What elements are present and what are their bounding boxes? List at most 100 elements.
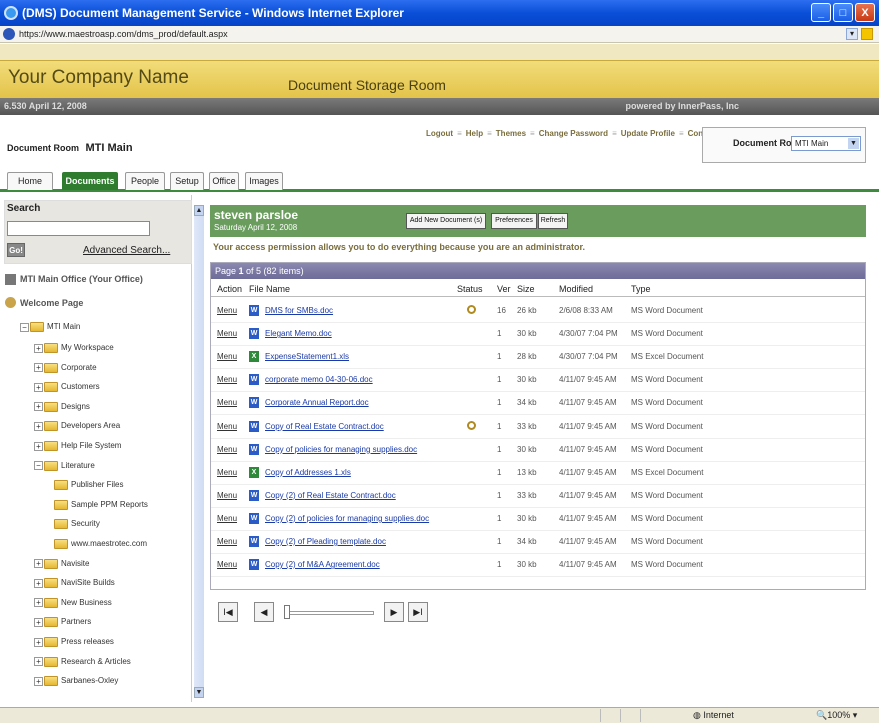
next-page-button[interactable]: ▶: [384, 602, 404, 622]
tree-node-label[interactable]: Help File System: [61, 441, 121, 450]
tree-node-label[interactable]: www.maestrotec.com: [71, 539, 147, 548]
search-icon[interactable]: [467, 420, 476, 430]
column-header-modified[interactable]: Modified: [559, 284, 593, 294]
file-name-link[interactable]: Copy of Addresses 1.xls: [265, 468, 351, 477]
row-menu-link[interactable]: Menu: [217, 422, 237, 431]
minimize-button[interactable]: _: [811, 3, 831, 22]
scroll-down-icon[interactable]: ▼: [194, 687, 204, 698]
tree-node-label[interactable]: Literature: [61, 461, 95, 470]
tab-home[interactable]: Home: [7, 172, 53, 190]
tree-node[interactable]: Sample PPM Reports: [54, 499, 148, 510]
file-name-link[interactable]: Copy (2) of M&A Agreement.doc: [265, 560, 380, 569]
table-row[interactable]: Menu W Copy (2) of Real Estate Contract.do…: [211, 486, 865, 508]
row-menu-link[interactable]: Menu: [217, 329, 237, 338]
tab-images[interactable]: Images: [245, 172, 283, 190]
row-menu-link[interactable]: Menu: [217, 398, 237, 407]
row-menu-link[interactable]: Menu: [217, 514, 237, 523]
row-menu-link[interactable]: Menu: [217, 537, 237, 546]
header-link-help[interactable]: Help: [466, 129, 483, 138]
expand-icon[interactable]: +: [34, 559, 43, 569]
tree-welcome[interactable]: Welcome Page: [20, 298, 83, 308]
row-menu-link[interactable]: Menu: [217, 491, 237, 500]
row-menu-link[interactable]: Menu: [217, 306, 237, 315]
header-link-logout[interactable]: Logout: [426, 129, 453, 138]
file-name-link[interactable]: corporate memo 04-30-06.doc: [265, 375, 373, 384]
column-header-size[interactable]: Size: [517, 284, 535, 294]
file-name-link[interactable]: Copy (2) of Pleading template.doc: [265, 537, 386, 546]
column-header-action[interactable]: Action: [217, 284, 242, 294]
table-row[interactable]: Menu X ExpenseStatement1.xls 1 28 kb 4/30/07 …: [211, 347, 865, 370]
tree-node-label[interactable]: Developers Area: [61, 422, 120, 431]
tree-node-label[interactable]: Research & Articles: [61, 657, 131, 666]
expand-icon[interactable]: +: [34, 343, 43, 353]
room-select[interactable]: MTI Main ▼: [791, 136, 861, 151]
table-row[interactable]: Menu W DMS for SMBs.doc 16 26 kb 2/6/08 8:33 …: [211, 301, 865, 323]
maximize-button[interactable]: □: [833, 3, 853, 22]
tab-people[interactable]: People: [125, 172, 165, 190]
table-row[interactable]: Menu W Copy (2) of Pleading template.doc 1 3…: [211, 532, 865, 554]
collapse-icon[interactable]: −: [34, 461, 43, 471]
tree-root[interactable]: − MTI Main: [20, 322, 80, 332]
expand-icon[interactable]: +: [34, 382, 43, 392]
tab-setup[interactable]: Setup: [170, 172, 204, 190]
table-row[interactable]: Menu W Copy of Real Estate Contract.doc 1 33…: [211, 417, 865, 439]
first-page-button[interactable]: I◀: [218, 602, 238, 622]
tab-documents[interactable]: Documents: [62, 172, 118, 190]
sidebar-scrollbar[interactable]: ▲ ▼: [194, 205, 204, 698]
header-link-themes[interactable]: Themes: [496, 129, 526, 138]
add-document-button[interactable]: Add New Document (s): [406, 213, 486, 229]
expand-icon[interactable]: +: [34, 637, 43, 647]
table-row[interactable]: Menu W Copy (2) of policies for managing s…: [211, 509, 865, 531]
column-header-status[interactable]: Status: [457, 284, 483, 294]
column-header-file-name[interactable]: File Name: [249, 284, 290, 294]
tree-node-label[interactable]: Designs: [61, 402, 90, 411]
tree-node[interactable]: + Press releases: [34, 637, 114, 647]
tree-node[interactable]: + Customers: [34, 382, 100, 393]
tree-node[interactable]: − Literature: [34, 460, 95, 471]
tree-node-label[interactable]: New Business: [61, 598, 112, 607]
expand-icon[interactable]: +: [34, 578, 43, 588]
table-row[interactable]: Menu X Copy of Addresses 1.xls 1 13 kb 4/11/0…: [211, 463, 865, 485]
page-slider-track[interactable]: [284, 611, 374, 615]
file-name-link[interactable]: Copy of Real Estate Contract.doc: [265, 422, 384, 431]
column-header-ver[interactable]: Ver: [497, 284, 511, 294]
expand-icon[interactable]: +: [34, 363, 43, 373]
lock-icon[interactable]: [861, 28, 873, 40]
tree-node[interactable]: + Partners: [34, 617, 91, 628]
tree-node[interactable]: + Navisite: [34, 558, 89, 569]
zoom-control[interactable]: 🔍100% ▾: [816, 710, 857, 721]
expand-icon[interactable]: +: [34, 598, 43, 608]
row-menu-link[interactable]: Menu: [217, 375, 237, 384]
tree-node[interactable]: + Sarbanes-Oxley: [34, 676, 118, 687]
file-name-link[interactable]: Copy (2) of Real Estate Contract.doc: [265, 491, 396, 500]
tree-node-label[interactable]: My Workspace: [61, 343, 114, 352]
chevron-down-icon[interactable]: ▼: [848, 138, 859, 149]
tree-node-label[interactable]: NaviSite Builds: [61, 578, 115, 587]
tree-office[interactable]: MTI Main Office (Your Office): [20, 274, 143, 284]
tree-node-label[interactable]: Partners: [61, 618, 91, 627]
column-header-type[interactable]: Type: [631, 284, 651, 294]
preferences-button[interactable]: Preferences: [491, 213, 537, 229]
tree-node[interactable]: + Corporate: [34, 362, 97, 373]
tree-node-label[interactable]: Press releases: [61, 637, 114, 646]
expand-icon[interactable]: +: [34, 402, 43, 412]
file-name-link[interactable]: ExpenseStatement1.xls: [265, 352, 349, 361]
tree-node[interactable]: + NaviSite Builds: [34, 578, 115, 589]
expand-icon[interactable]: +: [34, 617, 43, 627]
expand-icon[interactable]: +: [34, 676, 43, 686]
refresh-button[interactable]: Refresh: [538, 213, 568, 229]
header-link-change-password[interactable]: Change Password: [539, 129, 608, 138]
last-page-button[interactable]: ▶I: [408, 602, 428, 622]
address-url[interactable]: https://www.maestroasp.com/dms_prod/defa…: [19, 29, 228, 39]
row-menu-link[interactable]: Menu: [217, 352, 237, 361]
tree-node[interactable]: + Research & Articles: [34, 656, 131, 667]
tree-node[interactable]: Publisher Files: [54, 480, 123, 491]
search-icon[interactable]: [467, 305, 476, 314]
tree-node[interactable]: www.maestrotec.com: [54, 539, 147, 549]
search-input[interactable]: [7, 221, 150, 236]
page-slider-thumb[interactable]: [284, 605, 290, 619]
file-name-link[interactable]: Copy of policies for managing supplies.d…: [265, 445, 417, 454]
dropdown-arrow-icon[interactable]: ▾: [846, 28, 858, 40]
header-link-update-profile[interactable]: Update Profile: [621, 129, 675, 138]
tree-node-label[interactable]: Customers: [61, 382, 100, 391]
